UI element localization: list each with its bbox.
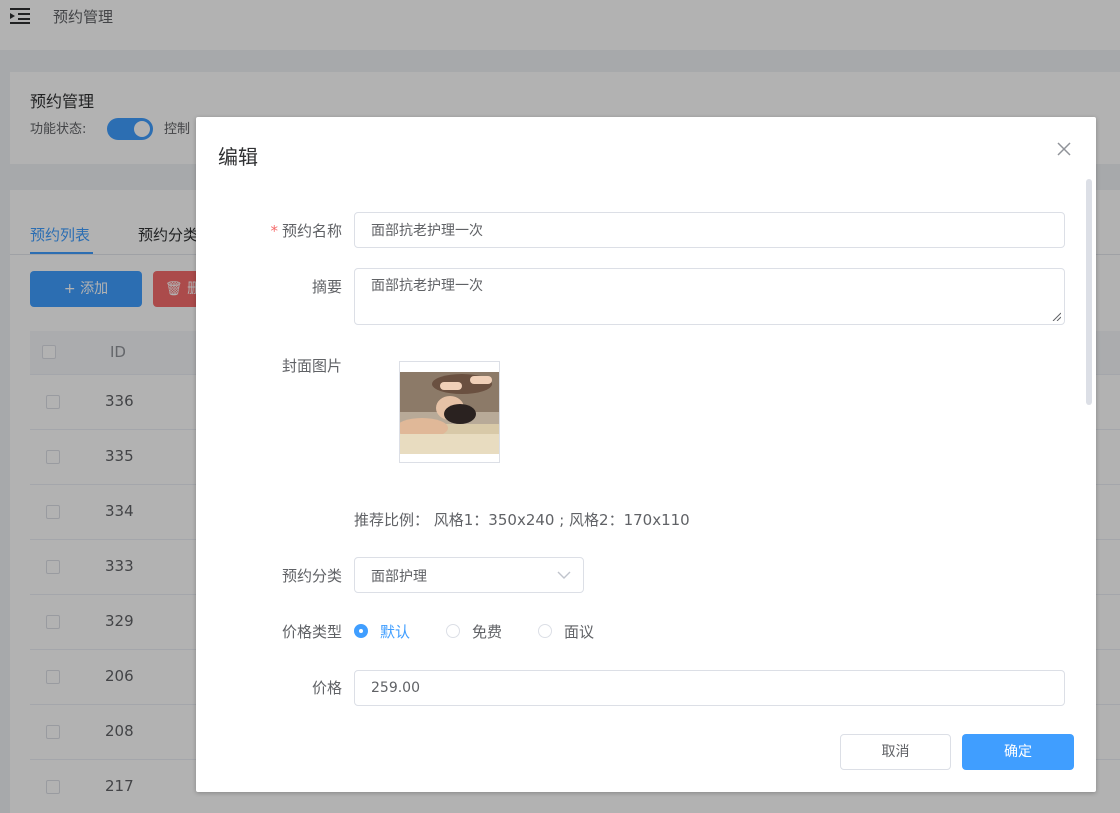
name-label-text: 预约名称: [281, 222, 342, 240]
price-label: 价格: [311, 679, 342, 697]
radio-label: 面议: [564, 623, 595, 641]
name-input[interactable]: [354, 212, 1065, 248]
price-input[interactable]: [354, 670, 1065, 706]
dialog-scrollbar[interactable]: [1086, 179, 1092, 405]
radio-checked-icon: [354, 624, 368, 638]
cover-label: 封面图片: [281, 357, 342, 375]
cancel-button[interactable]: 取消: [840, 734, 951, 770]
name-label: * 预约名称: [196, 220, 342, 241]
summary-textarea[interactable]: 面部抗老护理一次: [354, 268, 1065, 325]
category-label: 预约分类: [281, 567, 342, 585]
radio-unchecked-icon: [538, 624, 552, 638]
cover-photo-icon: [400, 362, 499, 462]
resize-handle-icon[interactable]: [1051, 311, 1061, 321]
dialog-title: 编辑: [218, 145, 258, 169]
edit-dialog: 编辑 *预约名称 摘要 面部抗老护理一次 封面图片 推荐比例： 风格1：350x…: [196, 117, 1096, 792]
cover-image[interactable]: [399, 361, 500, 463]
radio-unchecked-icon: [446, 624, 460, 638]
category-selected-value: 面部护理: [371, 569, 427, 585]
radio-label: 默认: [380, 623, 411, 641]
required-mark: *: [270, 222, 278, 240]
close-icon[interactable]: [1054, 139, 1074, 159]
radio-label: 免费: [472, 623, 503, 641]
price-type-label: 价格类型: [281, 623, 342, 641]
confirm-button[interactable]: 确定: [962, 734, 1074, 770]
cover-ratio-hint: 推荐比例： 风格1：350x240 ; 风格2：170x110: [354, 511, 690, 529]
category-select[interactable]: 面部护理: [354, 557, 584, 593]
summary-label: 摘要: [311, 278, 342, 296]
chevron-down-icon: [557, 571, 571, 579]
